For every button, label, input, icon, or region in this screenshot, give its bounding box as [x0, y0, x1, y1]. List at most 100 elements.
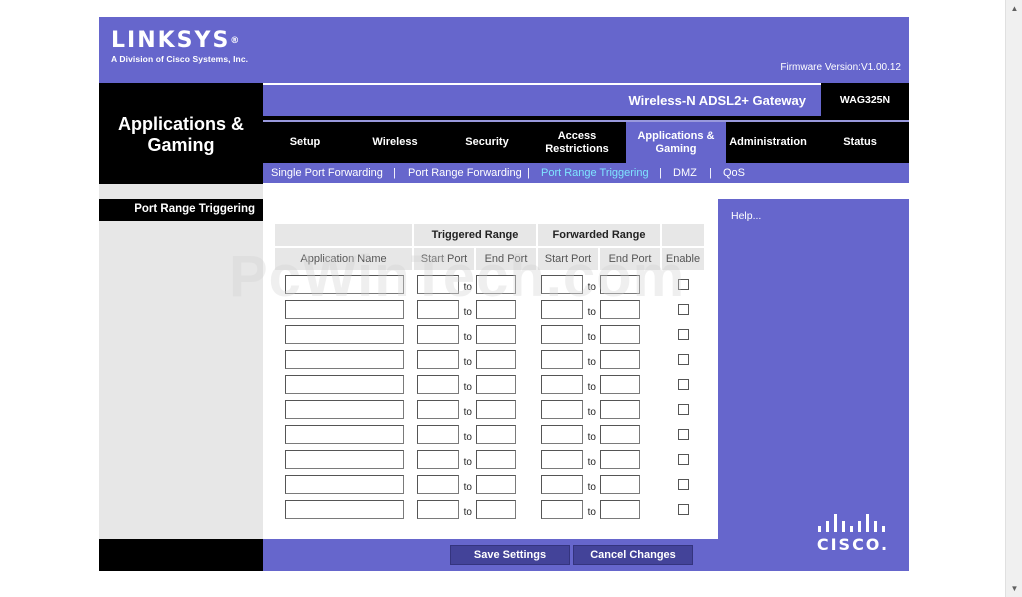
- tab-setup[interactable]: Setup: [263, 122, 347, 163]
- tab-access-restrictions[interactable]: Access Restrictions: [531, 122, 623, 163]
- forward-end-port-input[interactable]: [600, 275, 640, 294]
- enable-checkbox[interactable]: [677, 478, 689, 490]
- cell: [476, 447, 538, 472]
- forward-end-port-input[interactable]: [600, 425, 640, 444]
- trigger-start-port-input[interactable]: [417, 425, 460, 444]
- application-name-input[interactable]: [285, 425, 404, 444]
- cell: [662, 422, 704, 447]
- trigger-start-port-input[interactable]: [417, 325, 460, 344]
- forward-end-port-input[interactable]: [600, 500, 640, 519]
- enable-checkbox[interactable]: [677, 503, 689, 515]
- scroll-up-icon[interactable]: ▲: [1007, 1, 1022, 16]
- trigger-end-port-input[interactable]: [476, 450, 516, 469]
- main-tabs: Setup Wireless Security Access Restricti…: [263, 120, 909, 163]
- application-name-input[interactable]: [285, 325, 404, 344]
- application-name-input[interactable]: [285, 475, 404, 494]
- cell: to: [414, 497, 476, 522]
- forward-start-port-input[interactable]: [541, 375, 584, 394]
- enable-checkbox[interactable]: [677, 278, 689, 290]
- col-application-name: Application Name: [275, 248, 414, 272]
- enable-checkbox[interactable]: [677, 353, 689, 365]
- cell: [662, 472, 704, 497]
- application-name-input[interactable]: [285, 450, 404, 469]
- help-link[interactable]: Help...: [731, 210, 761, 222]
- trigger-start-port-input[interactable]: [417, 500, 460, 519]
- forward-end-port-input[interactable]: [600, 450, 640, 469]
- col-enable: Enable: [662, 248, 704, 272]
- cell: to: [414, 322, 476, 347]
- application-name-input[interactable]: [285, 350, 404, 369]
- application-name-input[interactable]: [285, 300, 404, 319]
- forward-end-port-input[interactable]: [600, 300, 640, 319]
- trigger-end-port-input[interactable]: [476, 475, 516, 494]
- footer-button-bar: Save Settings Cancel Changes: [263, 539, 718, 571]
- subtab-port-range-triggering[interactable]: Port Range Triggering: [541, 167, 649, 179]
- trigger-start-port-input[interactable]: [417, 300, 460, 319]
- trigger-start-port-input[interactable]: [417, 375, 460, 394]
- cell: [476, 347, 538, 372]
- enable-checkbox[interactable]: [677, 428, 689, 440]
- forward-start-port-input[interactable]: [541, 425, 584, 444]
- application-name-input[interactable]: [285, 500, 404, 519]
- cell: [662, 322, 704, 347]
- cancel-changes-button[interactable]: Cancel Changes: [573, 545, 693, 565]
- trigger-end-port-input[interactable]: [476, 375, 516, 394]
- linksys-logo: LINKSYS® A Division of Cisco Systems, In…: [111, 29, 249, 65]
- enable-checkbox[interactable]: [677, 303, 689, 315]
- subtab-separator: |: [709, 167, 712, 179]
- trigger-end-port-input[interactable]: [476, 300, 516, 319]
- subtab-qos[interactable]: QoS: [723, 167, 745, 179]
- logo-registered-mark: ®: [230, 36, 240, 46]
- subtab-single-port-forwarding[interactable]: Single Port Forwarding: [271, 167, 383, 179]
- cell: [275, 472, 414, 497]
- forward-start-port-input[interactable]: [541, 400, 584, 419]
- trigger-end-port-input[interactable]: [476, 350, 516, 369]
- forward-end-port-input[interactable]: [600, 400, 640, 419]
- trigger-start-port-input[interactable]: [417, 450, 460, 469]
- forward-start-port-input[interactable]: [541, 300, 584, 319]
- forward-end-port-input[interactable]: [600, 375, 640, 394]
- trigger-start-port-input[interactable]: [417, 475, 460, 494]
- cell: to: [414, 347, 476, 372]
- enable-checkbox[interactable]: [677, 328, 689, 340]
- trigger-end-port-input[interactable]: [476, 425, 516, 444]
- application-name-input[interactable]: [285, 400, 404, 419]
- trigger-end-port-input[interactable]: [476, 400, 516, 419]
- forward-end-port-input[interactable]: [600, 325, 640, 344]
- forward-start-port-input[interactable]: [541, 450, 584, 469]
- trigger-end-port-input[interactable]: [476, 325, 516, 344]
- forward-start-port-input[interactable]: [541, 475, 584, 494]
- trigger-start-port-input[interactable]: [417, 275, 460, 294]
- trigger-start-port-input[interactable]: [417, 350, 460, 369]
- cell: [600, 447, 662, 472]
- trigger-start-port-input[interactable]: [417, 400, 460, 419]
- tab-status[interactable]: Status: [819, 122, 901, 163]
- forward-start-port-input[interactable]: [541, 275, 584, 294]
- router-admin-page: LINKSYS® A Division of Cisco Systems, In…: [99, 17, 909, 571]
- enable-checkbox[interactable]: [677, 403, 689, 415]
- subtab-dmz[interactable]: DMZ: [673, 167, 697, 179]
- tab-administration[interactable]: Administration: [726, 122, 810, 163]
- trigger-end-port-input[interactable]: [476, 275, 516, 294]
- forward-start-port-input[interactable]: [541, 500, 584, 519]
- forward-end-port-input[interactable]: [600, 475, 640, 494]
- trigger-end-port-input[interactable]: [476, 500, 516, 519]
- forward-end-port-input[interactable]: [600, 350, 640, 369]
- logo-tagline: A Division of Cisco Systems, Inc.: [111, 54, 249, 64]
- forward-start-port-input[interactable]: [541, 350, 584, 369]
- subtab-port-range-forwarding[interactable]: Port Range Forwarding: [408, 167, 522, 179]
- tab-wireless[interactable]: Wireless: [347, 122, 443, 163]
- firmware-version: Firmware Version:V1.00.12: [780, 62, 901, 73]
- forward-start-port-input[interactable]: [541, 325, 584, 344]
- enable-checkbox[interactable]: [677, 378, 689, 390]
- application-name-input[interactable]: [285, 275, 404, 294]
- enable-checkbox[interactable]: [677, 453, 689, 465]
- save-settings-button[interactable]: Save Settings: [450, 545, 570, 565]
- scroll-down-icon[interactable]: ▼: [1007, 581, 1022, 596]
- vertical-scrollbar[interactable]: ▲ ▼: [1005, 0, 1022, 597]
- range-to-label: to: [463, 432, 472, 443]
- tab-security[interactable]: Security: [443, 122, 531, 163]
- range-to-label: to: [463, 282, 472, 293]
- tab-applications-gaming[interactable]: Applications & Gaming: [626, 122, 726, 163]
- application-name-input[interactable]: [285, 375, 404, 394]
